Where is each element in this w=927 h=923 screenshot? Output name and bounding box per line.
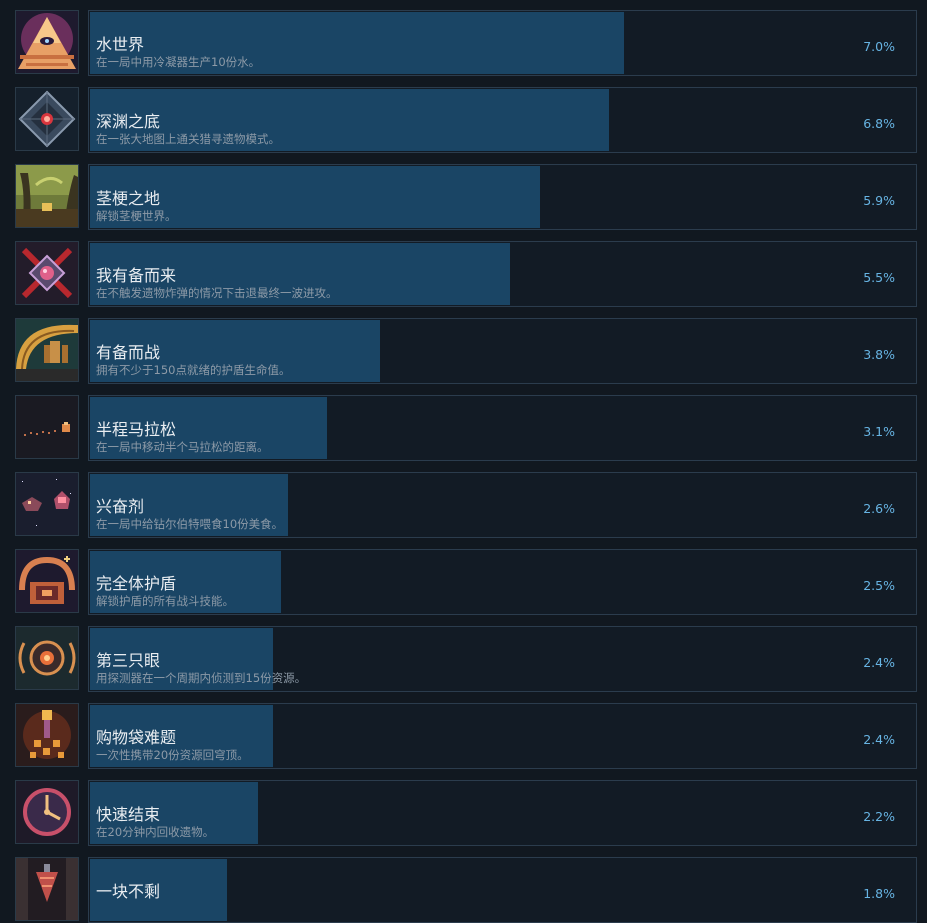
achievement-description: 解锁茎梗世界。 bbox=[96, 209, 177, 223]
achievement-card[interactable]: 深渊之底 在一张大地图上通关猎寻遗物模式。 6.8% bbox=[88, 87, 917, 153]
achievement-description: 在一局中用冷凝器生产10份水。 bbox=[96, 55, 261, 69]
achievement-card[interactable]: 我有备而来 在不触发遗物炸弹的情况下击退最终一波进攻。 5.5% bbox=[88, 241, 917, 307]
stalk-world-icon bbox=[15, 164, 79, 228]
achievement-description: 用探测器在一个周期内侦测到15份资源。 bbox=[96, 671, 307, 685]
achievement-row[interactable]: 快速结束 在20分钟内回收遗物。 2.2% bbox=[0, 780, 927, 846]
achievement-card[interactable]: 有备而战 拥有不少于150点就绪的护盾生命值。 3.8% bbox=[88, 318, 917, 384]
achievement-row[interactable]: 我有备而来 在不触发遗物炸弹的情况下击退最终一波进攻。 5.5% bbox=[0, 241, 927, 307]
unlock-percent: 2.6% bbox=[863, 501, 895, 516]
achievement-name: 有备而战 bbox=[96, 343, 161, 362]
achievement-name: 深渊之底 bbox=[96, 112, 161, 131]
achievement-row[interactable]: 有备而战 拥有不少于150点就绪的护盾生命值。 3.8% bbox=[0, 318, 927, 384]
scanner-eye-icon bbox=[15, 626, 79, 690]
achievement-row[interactable]: 水世界 在一局中用冷凝器生产10份水。 7.0% bbox=[0, 10, 927, 76]
shield-dome-icon bbox=[15, 318, 79, 382]
achievement-card[interactable]: 第三只眼 用探测器在一个周期内侦测到15份资源。 2.4% bbox=[88, 626, 917, 692]
unlock-percent: 5.9% bbox=[863, 193, 895, 208]
achievement-name: 一块不剩 bbox=[96, 882, 161, 901]
drill-shaft-icon bbox=[15, 857, 79, 921]
achievement-name: 水世界 bbox=[96, 35, 145, 54]
achievement-row[interactable]: 茎梗之地 解锁茎梗世界。 5.9% bbox=[0, 164, 927, 230]
marathon-trail-icon bbox=[15, 395, 79, 459]
achievement-description: 在一局中给钻尔伯特喂食10份美食。 bbox=[96, 517, 284, 531]
achievement-card[interactable]: 水世界 在一局中用冷凝器生产10份水。 7.0% bbox=[88, 10, 917, 76]
unlock-percent: 5.5% bbox=[863, 270, 895, 285]
achievement-description: 在一局中移动半个马拉松的距离。 bbox=[96, 440, 269, 454]
relic-bomb-icon bbox=[15, 241, 79, 305]
achievement-name: 完全体护盾 bbox=[96, 574, 177, 593]
abyss-diamond-icon bbox=[15, 87, 79, 151]
unlock-percent: 2.5% bbox=[863, 578, 895, 593]
achievement-description: 解锁护盾的所有战斗技能。 bbox=[96, 594, 234, 608]
achievement-row[interactable]: 半程马拉松 在一局中移动半个马拉松的距离。 3.1% bbox=[0, 395, 927, 461]
unlock-percent: 6.8% bbox=[863, 116, 895, 131]
achievement-row[interactable]: 购物袋难题 一次性携带20份资源回穹顶。 2.4% bbox=[0, 703, 927, 769]
resource-carry-icon bbox=[15, 703, 79, 767]
achievement-row[interactable]: 一块不剩 1.8% bbox=[0, 857, 927, 923]
achievement-card[interactable]: 茎梗之地 解锁茎梗世界。 5.9% bbox=[88, 164, 917, 230]
achievement-description: 在不触发遗物炸弹的情况下击退最终一波进攻。 bbox=[96, 286, 338, 300]
achievement-name: 快速结束 bbox=[96, 805, 161, 824]
achievement-row[interactable]: 完全体护盾 解锁护盾的所有战斗技能。 2.5% bbox=[0, 549, 927, 615]
achievement-card[interactable]: 一块不剩 1.8% bbox=[88, 857, 917, 923]
achievement-name: 半程马拉松 bbox=[96, 420, 177, 439]
creature-feed-icon bbox=[15, 472, 79, 536]
achievement-description: 在20分钟内回收遗物。 bbox=[96, 825, 215, 839]
achievement-name: 兴奋剂 bbox=[96, 497, 145, 516]
achievement-list: 水世界 在一局中用冷凝器生产10份水。 7.0% 深渊之底 在一张大地图上通关猎寻遗物模… bbox=[0, 0, 927, 923]
achievement-card[interactable]: 购物袋难题 一次性携带20份资源回穹顶。 2.4% bbox=[88, 703, 917, 769]
achievement-card[interactable]: 兴奋剂 在一局中给钻尔伯特喂食10份美食。 2.6% bbox=[88, 472, 917, 538]
achievement-description: 一次性携带20份资源回穹顶。 bbox=[96, 748, 249, 762]
achievement-row[interactable]: 兴奋剂 在一局中给钻尔伯特喂食10份美食。 2.6% bbox=[0, 472, 927, 538]
achievement-name: 第三只眼 bbox=[96, 651, 161, 670]
achievement-card[interactable]: 半程马拉松 在一局中移动半个马拉松的距离。 3.1% bbox=[88, 395, 917, 461]
achievement-description: 在一张大地图上通关猎寻遗物模式。 bbox=[96, 132, 280, 146]
unlock-percent: 3.8% bbox=[863, 347, 895, 362]
achievement-name: 购物袋难题 bbox=[96, 728, 177, 747]
achievement-card[interactable]: 完全体护盾 解锁护盾的所有战斗技能。 2.5% bbox=[88, 549, 917, 615]
unlock-percent: 2.2% bbox=[863, 809, 895, 824]
achievement-row[interactable]: 第三只眼 用探测器在一个周期内侦测到15份资源。 2.4% bbox=[0, 626, 927, 692]
unlock-percent: 3.1% bbox=[863, 424, 895, 439]
achievement-description: 拥有不少于150点就绪的护盾生命值。 bbox=[96, 363, 291, 377]
achievement-name: 我有备而来 bbox=[96, 266, 177, 285]
unlock-percent: 2.4% bbox=[863, 655, 895, 670]
achievement-row[interactable]: 深渊之底 在一张大地图上通关猎寻遗物模式。 6.8% bbox=[0, 87, 927, 153]
unlock-percent: 1.8% bbox=[863, 886, 895, 901]
achievement-name: 茎梗之地 bbox=[96, 189, 161, 208]
achievement-card[interactable]: 快速结束 在20分钟内回收遗物。 2.2% bbox=[88, 780, 917, 846]
clock-icon bbox=[15, 780, 79, 844]
unlock-percent: 2.4% bbox=[863, 732, 895, 747]
pyramid-eye-icon bbox=[15, 10, 79, 74]
full-shield-icon bbox=[15, 549, 79, 613]
unlock-percent: 7.0% bbox=[863, 39, 895, 54]
